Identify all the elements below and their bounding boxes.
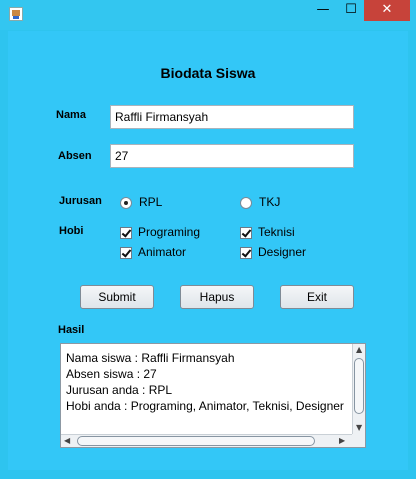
radio-rpl-label: RPL (139, 195, 163, 209)
scroll-corner (352, 434, 365, 447)
check-teknisi-label: Teknisi (258, 225, 295, 239)
hasil-textarea[interactable]: Nama siswa : Raffli Firmansyah Absen sis… (60, 343, 366, 448)
exit-button[interactable]: Exit (280, 285, 354, 309)
scroll-left-icon[interactable]: ◀ (64, 436, 70, 446)
hasil-line: Hobi anda : Programing, Animator, Teknis… (66, 399, 344, 413)
title-bar: — ☐ ✕ (0, 0, 416, 30)
hasil-line: Nama siswa : Raffli Firmansyah (66, 351, 235, 365)
app-window: — ☐ ✕ Biodata Siswa Nama Raffli Firmansy… (0, 0, 416, 479)
jurusan-label: Jurusan (59, 195, 102, 207)
scroll-down-icon[interactable]: ▼ (356, 423, 362, 433)
vertical-scroll-thumb[interactable] (354, 358, 364, 414)
submit-button[interactable]: Submit (80, 285, 154, 309)
horizontal-scrollbar[interactable]: ◀ ▶ (61, 434, 353, 447)
hasil-label: Hasil (58, 324, 85, 336)
form-title: Biodata Siswa (160, 65, 256, 81)
radio-rpl-button[interactable] (120, 196, 132, 209)
check-designer-box[interactable] (240, 246, 252, 259)
nama-label: Nama (56, 109, 86, 121)
form-panel: Biodata Siswa Nama Raffli Firmansyah Abs… (8, 31, 408, 470)
radio-tkj-button[interactable] (240, 196, 252, 209)
check-programing-label: Programing (138, 225, 201, 239)
check-teknisi-box[interactable] (240, 226, 252, 239)
check-designer[interactable]: Designer (240, 244, 306, 260)
hobi-label: Hobi (59, 225, 84, 237)
check-programing-box[interactable] (120, 226, 132, 239)
close-icon[interactable]: ✕ (364, 0, 410, 21)
check-programing[interactable]: Programing (120, 224, 200, 240)
scroll-up-icon[interactable]: ▲ (356, 345, 362, 355)
absen-field[interactable]: 27 (110, 144, 354, 168)
check-animator-label: Animator (138, 245, 187, 259)
radio-tkj-label: TKJ (259, 195, 281, 209)
radio-rpl[interactable]: RPL (120, 194, 162, 210)
vertical-scrollbar[interactable]: ▲ ▼ (352, 344, 365, 435)
nama-field[interactable]: Raffli Firmansyah (110, 105, 354, 129)
check-animator-box[interactable] (120, 246, 132, 259)
hasil-line: Absen siswa : 27 (66, 367, 157, 381)
hapus-button[interactable]: Hapus (180, 285, 254, 309)
hasil-line: Jurusan anda : RPL (66, 383, 173, 397)
scroll-right-icon[interactable]: ▶ (339, 436, 345, 446)
hasil-text: Nama siswa : Raffli Firmansyah Absen sis… (66, 350, 351, 414)
check-designer-label: Designer (258, 245, 307, 259)
absen-label: Absen (58, 150, 92, 162)
maximize-icon[interactable]: ☐ (338, 0, 364, 21)
check-animator[interactable]: Animator (120, 244, 186, 260)
horizontal-scroll-thumb[interactable] (77, 436, 315, 446)
minimize-icon[interactable]: — (308, 0, 338, 21)
check-teknisi[interactable]: Teknisi (240, 224, 295, 240)
app-icon[interactable] (9, 7, 23, 21)
radio-tkj[interactable]: TKJ (240, 194, 280, 210)
